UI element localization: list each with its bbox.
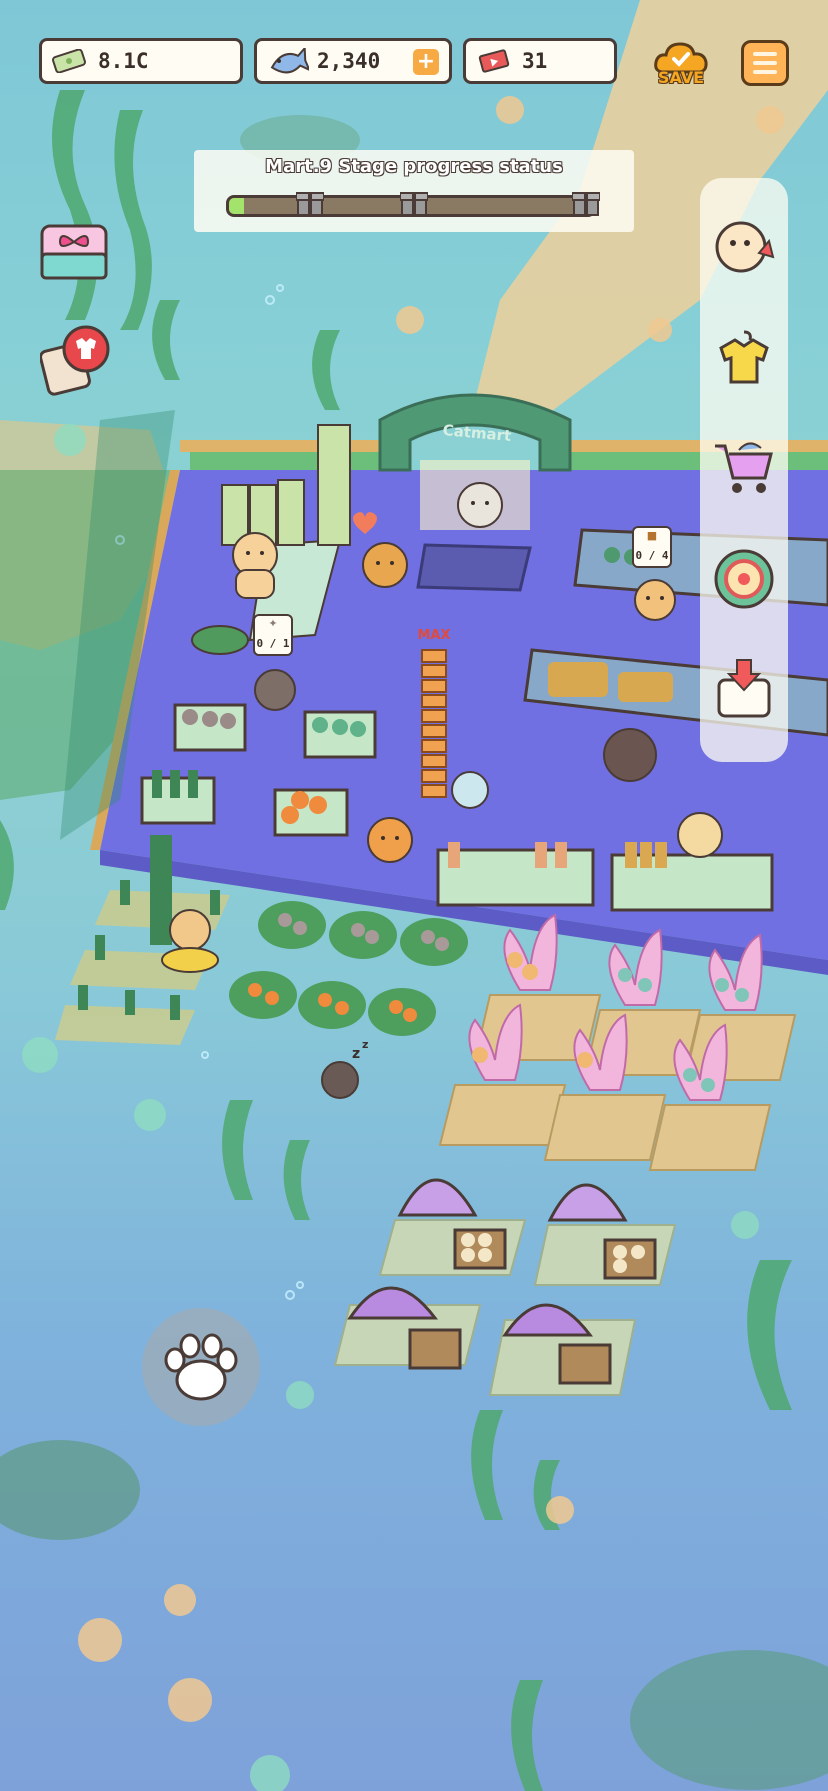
stock-badge[interactable]: ■ 0 / 4 — [632, 526, 672, 568]
recycle-arrow-icon[interactable] — [711, 656, 777, 722]
shrimp-icon: ✦ — [268, 617, 278, 630]
stock-badge[interactable]: ✦ 0 / 1 — [253, 614, 293, 656]
outfit-quest-button[interactable] — [39, 325, 112, 397]
shirt-hanger-icon[interactable] — [711, 324, 777, 390]
cat-upgrade-icon[interactable] — [711, 213, 777, 279]
save-button[interactable]: SAVE — [652, 38, 710, 90]
stage-progress-panel: Mart.9 Stage progress status — [194, 150, 634, 232]
stock-badge-label: 0 / 4 — [635, 549, 669, 562]
progress-title: Mart.9 Stage progress status — [265, 156, 563, 177]
fish-icon — [267, 45, 312, 74]
stock-badge-label: 0 / 1 — [256, 637, 290, 650]
plus-icon[interactable]: + — [413, 49, 439, 75]
ticket-value: 31 — [522, 49, 548, 73]
save-label: SAVE — [657, 68, 705, 87]
paw-button[interactable] — [142, 1308, 260, 1426]
cash-icon — [52, 48, 88, 74]
fish-stick-icon: ■ — [646, 529, 658, 542]
side-menu-panel — [700, 178, 788, 762]
fish-counter: 2,340 + — [254, 38, 452, 84]
progress-fill — [229, 198, 244, 214]
svg-text:z: z — [362, 1038, 368, 1051]
paw-icon — [164, 1333, 238, 1401]
roulette-wheel-icon[interactable] — [711, 546, 777, 612]
gift-box-icon — [40, 224, 108, 280]
shopping-cart-icon[interactable] — [711, 434, 777, 500]
gift-shop-button[interactable] — [38, 218, 110, 284]
max-label: MAX — [417, 628, 451, 643]
cash-value: 8.1C — [98, 49, 149, 73]
cash-counter: 8.1C — [39, 38, 243, 84]
fish-value: 2,340 — [317, 49, 381, 73]
ticket-counter: 31 — [463, 38, 617, 84]
svg-text:z: z — [352, 1046, 360, 1062]
gift-milestone-icon[interactable] — [400, 187, 428, 217]
game-screen: z z Catmart ✦ 0 / 1 ■ 0 / 4 MAX 8.1C 2,3… — [0, 0, 828, 1791]
gift-milestone-icon[interactable] — [572, 187, 600, 217]
gift-milestone-icon[interactable] — [296, 187, 324, 217]
shirt-badge-icon — [39, 325, 110, 396]
ticket-icon — [478, 48, 512, 74]
hamburger-menu-icon[interactable] — [741, 40, 789, 86]
